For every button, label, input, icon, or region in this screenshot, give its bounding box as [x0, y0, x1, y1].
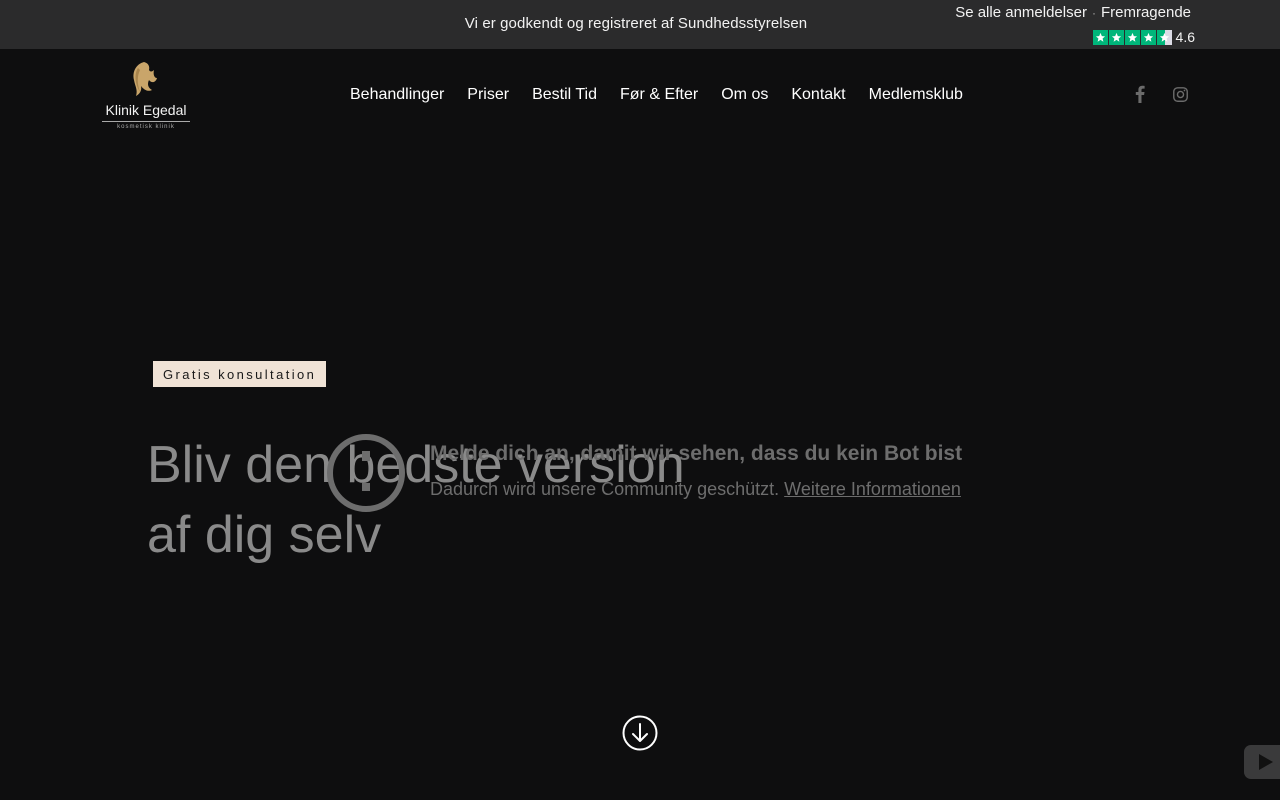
more-info-link[interactable]: Weitere Informationen	[784, 479, 961, 499]
arrow-down-circle-icon[interactable]	[622, 715, 658, 751]
logo-divider	[102, 121, 190, 122]
star-icon	[1140, 29, 1156, 45]
see-all-reviews-link[interactable]: Se alle anmeldelser	[955, 4, 1087, 21]
logo-name: Klinik Egedal	[105, 102, 187, 118]
instagram-icon[interactable]	[1170, 84, 1190, 104]
nav-item-medlemsklub[interactable]: Medlemsklub	[869, 86, 963, 104]
facebook-icon[interactable]	[1130, 84, 1150, 104]
nav-item-priser[interactable]: Priser	[467, 86, 509, 104]
star-icon	[1124, 29, 1140, 45]
star-half-icon	[1156, 29, 1172, 45]
video-play-button[interactable]	[1244, 745, 1280, 779]
nav-item-bestil-tid[interactable]: Bestil Tid	[532, 86, 597, 104]
woman-silhouette-icon	[133, 62, 157, 96]
nav-item-kontakt[interactable]: Kontakt	[791, 86, 845, 104]
star-rating	[1092, 29, 1172, 45]
announcement-bar: Vi er godkendt og registreret af Sundhed…	[0, 0, 1280, 49]
bot-check-text: Dadurch wird unsere Community geschützt.	[430, 479, 780, 499]
rating-label: Fremragende	[1100, 4, 1191, 21]
star-icon	[1108, 29, 1124, 45]
site-logo[interactable]: Klinik Egedal kosmetisk klinik	[100, 60, 192, 134]
star-icon	[1092, 29, 1108, 45]
trustpilot-widget[interactable]: Se alle anmeldelser · Fremragende 4.6	[935, 4, 1195, 48]
play-icon	[1259, 754, 1273, 770]
nav-item-foer-efter[interactable]: Før & Efter	[620, 86, 698, 104]
nav-item-behandlinger[interactable]: Behandlinger	[350, 86, 444, 104]
separator-dot: ·	[1091, 6, 1096, 20]
free-consultation-badge[interactable]: Gratis konsultation	[153, 361, 327, 387]
logo-tagline: kosmetisk klinik	[117, 124, 175, 130]
nav-item-om-os[interactable]: Om os	[721, 86, 768, 104]
main-navigation: Behandlinger Priser Bestil Tid Før & Eft…	[350, 86, 986, 104]
rating-score: 4.6	[1175, 29, 1195, 45]
info-circle-icon	[327, 434, 405, 512]
hero-headline-line2: af dig selv	[147, 506, 382, 564]
bot-check-description: Dadurch wird unsere Community geschützt.…	[430, 479, 961, 500]
trustpilot-rating-row: 4.6	[1092, 28, 1195, 46]
trustpilot-top-row: Se alle anmeldelser · Fremragende	[955, 4, 1191, 21]
bot-check-title: Melde dich an, damit wir sehen, dass du …	[430, 442, 963, 465]
